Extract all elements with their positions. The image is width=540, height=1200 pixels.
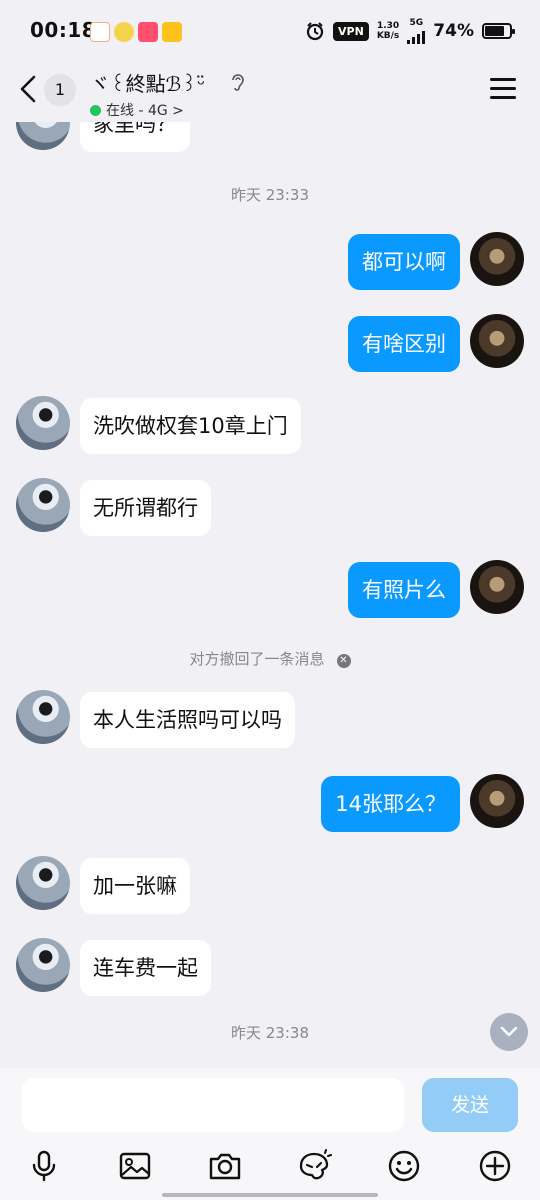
online-status[interactable]: 在线 - 4G > <box>90 100 184 120</box>
my-avatar[interactable] <box>470 232 524 286</box>
sticker-icon[interactable] <box>296 1148 332 1184</box>
message-bubble-incoming[interactable]: 加一张嘛 <box>80 858 190 914</box>
image-icon[interactable] <box>117 1148 153 1184</box>
network-speed: 1.30 KB/s <box>376 21 400 41</box>
chevron-down-icon <box>500 1026 518 1037</box>
contact-avatar[interactable] <box>16 478 70 532</box>
message-bubble-incoming[interactable]: 连车费一起 <box>80 940 211 996</box>
my-avatar[interactable] <box>470 774 524 828</box>
online-status-text: 在线 - 4G > <box>106 103 184 119</box>
vpn-badge: VPN <box>333 21 369 41</box>
message-bubble-outgoing[interactable]: 有照片么 <box>348 562 460 618</box>
online-dot-icon <box>90 104 101 116</box>
mail-notification-icon <box>162 22 182 42</box>
message-row-outgoing: 14张耶么？ <box>0 774 540 832</box>
contact-avatar[interactable] <box>16 856 70 910</box>
message-list[interactable]: 家里吗？ 昨天 23:33 都可以啊 有啥区别 洗吹做权套10章上门 无所谓都行… <box>0 122 540 1068</box>
message-row-outgoing: 有照片么 <box>0 560 540 618</box>
message-row-outgoing: 有啥区别 <box>0 314 540 372</box>
status-time: 00:18 <box>30 18 97 42</box>
app-notification-icon <box>90 22 110 42</box>
network-type: 5G <box>407 18 426 44</box>
message-bubble-outgoing[interactable]: 都可以啊 <box>348 234 460 290</box>
status-bar: 00:18 VPN 1.30 KB/s 5G 74% <box>0 0 540 62</box>
message-input[interactable] <box>22 1078 404 1132</box>
message-row-incoming: 洗吹做权套10章上门 <box>0 396 540 454</box>
message-bubble-incoming[interactable]: 本人生活照吗可以吗 <box>80 692 295 748</box>
message-row-incoming: 连车费一起 <box>0 938 540 996</box>
message-bubble-outgoing[interactable]: 14张耶么？ <box>321 776 460 832</box>
plus-icon[interactable] <box>477 1148 513 1184</box>
alarm-icon <box>306 22 324 41</box>
unread-count-badge[interactable]: 1 <box>44 74 76 106</box>
chat-title[interactable]: ヾ꒰終點ℬ꒱ᵕ̈ <box>90 68 205 97</box>
scroll-to-bottom-button[interactable] <box>490 1013 528 1051</box>
message-bubble-incoming[interactable]: 洗吹做权套10章上门 <box>80 398 301 454</box>
ear-icon <box>230 72 246 97</box>
message-row-incoming: 加一张嘛 <box>0 856 540 914</box>
message-timestamp: 昨天 23:33 <box>231 186 309 204</box>
my-avatar[interactable] <box>470 560 524 614</box>
chat-header: 1 ヾ꒰終點ℬ꒱ᵕ̈ 在线 - 4G > <box>0 62 540 122</box>
signal-icon <box>407 28 426 44</box>
input-bar: 发送 <box>0 1068 540 1200</box>
message-bubble-incoming[interactable]: 无所谓都行 <box>80 480 211 536</box>
contact-avatar[interactable] <box>16 938 70 992</box>
contact-avatar[interactable] <box>16 396 70 450</box>
input-toolbar <box>0 1148 540 1184</box>
message-bubble-outgoing[interactable]: 有啥区别 <box>348 316 460 372</box>
message-bubble-incoming[interactable]: 家里吗？ <box>80 122 190 152</box>
battery-icon <box>482 23 515 39</box>
app-notification-icon <box>114 22 134 42</box>
send-button[interactable]: 发送 <box>422 1078 518 1132</box>
menu-icon[interactable] <box>490 78 516 100</box>
recall-notice-text: 对方撤回了一条消息 <box>189 650 325 668</box>
message-row-incoming: 无所谓都行 <box>0 478 540 536</box>
message-row-incoming: 本人生活照吗可以吗 <box>0 690 540 748</box>
home-indicator[interactable] <box>162 1193 378 1197</box>
contact-avatar[interactable] <box>16 690 70 744</box>
app-notification-icon <box>138 22 158 42</box>
recall-notice: 对方撤回了一条消息 ✕ <box>0 648 540 669</box>
microphone-icon[interactable] <box>26 1148 62 1184</box>
contact-avatar[interactable] <box>16 122 70 150</box>
message-row-outgoing: 都可以啊 <box>0 232 540 290</box>
message-timestamp: 昨天 23:38 <box>231 1024 309 1042</box>
close-icon[interactable]: ✕ <box>336 654 351 668</box>
back-arrow-icon[interactable] <box>18 74 38 110</box>
camera-icon[interactable] <box>207 1148 243 1184</box>
my-avatar[interactable] <box>470 314 524 368</box>
emoji-icon[interactable] <box>386 1148 422 1184</box>
message-row-incoming: 家里吗？ <box>0 122 540 160</box>
battery-percent: 74% <box>433 21 474 41</box>
